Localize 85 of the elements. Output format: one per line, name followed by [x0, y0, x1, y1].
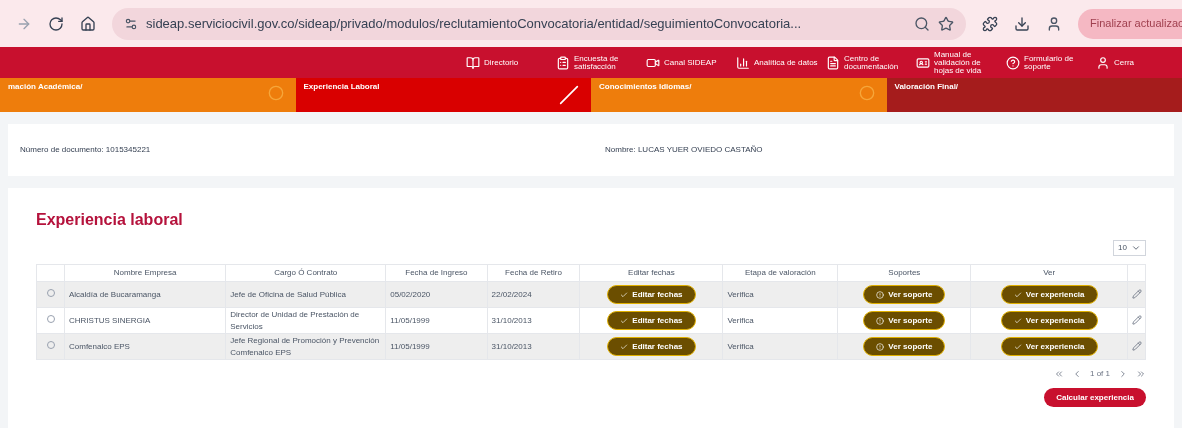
column-header[interactable]: Editar fechas — [579, 264, 723, 282]
header-link[interactable]: Formulario de soporte — [1006, 54, 1088, 71]
site-info-icon — [124, 16, 138, 31]
header-link[interactable]: Canal SIDEAP — [646, 55, 728, 70]
header-link[interactable]: Cerra — [1096, 55, 1178, 70]
table-cell: CHRISTUS SINERGIA — [64, 307, 226, 334]
step-tab[interactable]: Experiencia Laboral — [295, 78, 591, 112]
clipboard-icon — [556, 55, 570, 70]
header-link[interactable]: Analítica de datos — [736, 55, 818, 70]
header-link[interactable]: Centro de documentación — [826, 54, 908, 71]
last-page-icon[interactable] — [1136, 369, 1146, 379]
zoom-icon[interactable] — [914, 15, 930, 32]
check-icon — [620, 316, 629, 325]
star-icon[interactable] — [938, 15, 954, 32]
action-button[interactable]: Editar fechas — [607, 311, 696, 330]
table-cell: Verifica — [722, 281, 838, 308]
section-title: Experiencia laboral — [36, 210, 184, 230]
column-header[interactable]: Cargo Ó Contrato — [225, 264, 386, 282]
table-cell: 05/02/2020 — [385, 281, 488, 308]
person-name: Nombre: LUCAS YUER OVIEDO CASTAÑO — [605, 144, 763, 156]
slash-icon — [559, 85, 579, 105]
profile-icon[interactable] — [1046, 15, 1062, 32]
document-icon — [826, 55, 840, 70]
action-button[interactable]: Ver experiencia — [1000, 311, 1098, 330]
action-button[interactable]: Ver soporte — [863, 337, 946, 356]
extensions-icon[interactable] — [982, 15, 998, 32]
alert-icon — [876, 342, 885, 351]
home-icon[interactable] — [80, 15, 96, 32]
address-bar[interactable]: sideap.serviciocivil.gov.co/sideap/privado/modulos/reclutamientoConvocatoria/entidad/seguimientoConvocatoria... — [112, 7, 966, 40]
header-link[interactable]: Manual de validación de hojas de vida — [916, 50, 998, 75]
edit-icon[interactable] — [1131, 341, 1142, 352]
help-icon — [1006, 55, 1020, 70]
page-size-select[interactable]: 10 — [1113, 240, 1146, 256]
check-icon — [620, 342, 629, 351]
header-link[interactable]: Encuesta de satisfacción — [556, 54, 638, 71]
table-cell: 11/05/1999 — [385, 333, 488, 360]
chart-icon — [736, 55, 750, 70]
book-icon — [466, 55, 480, 70]
table-cell: Comfenalco EPS — [64, 333, 226, 360]
column-header[interactable]: Fecha de Ingreso — [385, 264, 488, 282]
check-icon — [620, 290, 629, 299]
circle-icon — [267, 85, 284, 101]
alert-icon — [876, 290, 885, 299]
document-number: Número de documento: 1015345221 — [20, 144, 152, 156]
id-card-icon — [916, 55, 930, 70]
chevron-down-icon — [1131, 243, 1141, 253]
edit-icon[interactable] — [1131, 289, 1142, 300]
table-cell: Alcaldía de Bucaramanga — [64, 281, 226, 308]
previous-page-icon[interactable] — [1072, 369, 1082, 379]
calculate-button[interactable]: Calcular experiencia — [1044, 388, 1146, 407]
action-button[interactable]: Ver experiencia — [1000, 337, 1098, 356]
check-icon — [1013, 342, 1022, 351]
page-indicator: 1 of 1 — [1090, 368, 1110, 380]
step-tab[interactable]: Valoración Final/ — [886, 78, 1182, 112]
table-cell: Verifica — [722, 307, 838, 334]
header-link[interactable]: Directorio — [466, 55, 548, 70]
reload-icon[interactable] — [48, 15, 64, 32]
column-header[interactable]: Soportes — [837, 264, 971, 282]
action-button[interactable]: Ver soporte — [863, 311, 946, 330]
download-icon[interactable] — [1014, 15, 1030, 32]
table-cell: 22/02/2024 — [487, 281, 580, 308]
table-cell: Director de Unidad de Prestación de Servicios — [225, 307, 386, 334]
edit-icon[interactable] — [1131, 315, 1142, 326]
column-header[interactable]: Etapa de valoración — [722, 264, 838, 282]
check-icon — [1013, 316, 1022, 325]
table-cell: 31/10/2013 — [487, 307, 580, 334]
column-header[interactable]: Ver — [970, 264, 1128, 282]
action-button[interactable]: Editar fechas — [607, 285, 696, 304]
url-text: sideap.serviciocivil.gov.co/sideap/privado/modulos/reclutamientoConvocatoria/entidad/seguimientoConvocatoria... — [146, 14, 803, 33]
user-icon — [1096, 55, 1110, 70]
table-cell: Jefe de Oficina de Salud Pública — [225, 281, 386, 308]
next-page-icon[interactable] — [1118, 369, 1128, 379]
table-cell: 11/05/1999 — [385, 307, 488, 334]
column-header[interactable]: Nombre Empresa — [64, 264, 226, 282]
table-cell: 31/10/2013 — [487, 333, 580, 360]
action-button[interactable]: Ver experiencia — [1000, 285, 1098, 304]
table-cell: Verifica — [722, 333, 838, 360]
circle-icon — [858, 85, 875, 101]
column-header[interactable]: Fecha de Retiro — [487, 264, 580, 282]
alert-icon — [876, 316, 885, 325]
check-icon — [1013, 290, 1022, 299]
action-button[interactable]: Ver soporte — [863, 285, 946, 304]
table-cell: Jefe Regional de Promoción y Prevención Comfenalco EPS — [225, 333, 386, 360]
first-page-icon[interactable] — [1054, 369, 1064, 379]
action-button[interactable]: Editar fechas — [607, 337, 696, 356]
